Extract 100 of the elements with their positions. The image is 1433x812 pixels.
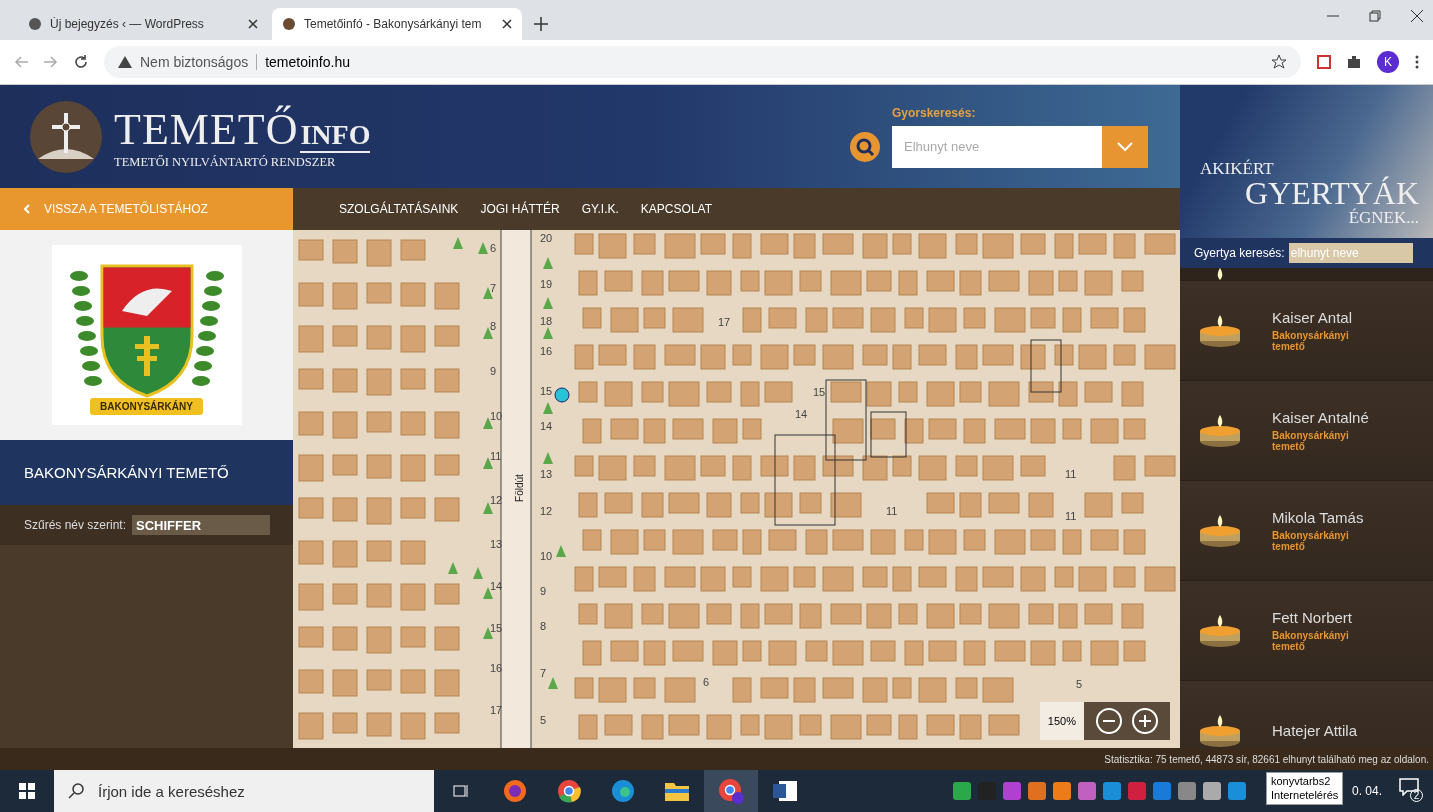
grave-plot[interactable] bbox=[434, 282, 460, 310]
close-icon[interactable] bbox=[502, 19, 512, 29]
edge-icon[interactable] bbox=[611, 779, 635, 803]
grave-plot[interactable] bbox=[641, 381, 664, 403]
candle-item[interactable]: Fett Norbert Bakonysárkányi temető bbox=[1180, 580, 1433, 680]
grave-plot[interactable] bbox=[434, 454, 460, 476]
grave-plot[interactable] bbox=[366, 626, 392, 654]
grave-plot[interactable] bbox=[830, 381, 862, 403]
grave-plot[interactable] bbox=[668, 492, 700, 514]
deceased-name-field[interactable]: Elhunyt neve bbox=[892, 125, 1102, 168]
grave-plot[interactable] bbox=[298, 368, 324, 390]
grave-plot[interactable] bbox=[598, 455, 627, 481]
grave-plot[interactable] bbox=[898, 603, 918, 625]
grave-plot[interactable] bbox=[610, 307, 639, 333]
grave-plot[interactable] bbox=[793, 677, 816, 703]
grave-plot[interactable] bbox=[904, 307, 924, 329]
grave-plot[interactable] bbox=[1078, 233, 1107, 255]
grave-plot[interactable] bbox=[332, 669, 358, 697]
browser-tab[interactable]: Temetőinfó - Bakonysárkányi tem bbox=[272, 8, 522, 40]
grave-plot[interactable] bbox=[1020, 344, 1046, 370]
grave-plot[interactable] bbox=[832, 640, 864, 666]
grave-plot[interactable] bbox=[898, 714, 918, 740]
grave-plot[interactable] bbox=[366, 325, 392, 350]
grave-plot[interactable] bbox=[926, 603, 955, 629]
grave-plot[interactable] bbox=[760, 344, 789, 370]
grave-plot[interactable] bbox=[298, 454, 324, 482]
grave-plot[interactable] bbox=[955, 566, 978, 592]
cemetery-map[interactable]: Földút 20 19 18 16 15 14 13 12 10 9 8 7 5 6 7 8 9 10 11 12 13 14 15 16 17 17 15 14 11 11 11 6 5 150% bbox=[293, 230, 1180, 748]
grave-plot[interactable] bbox=[904, 418, 924, 444]
grave-plot[interactable] bbox=[742, 418, 762, 440]
grave-plot[interactable] bbox=[578, 381, 598, 403]
grave-plot[interactable] bbox=[760, 677, 789, 699]
grave-plot[interactable] bbox=[904, 640, 924, 666]
firefox-icon[interactable] bbox=[503, 779, 527, 803]
nav-link[interactable]: JOGI HÁTTÉR bbox=[480, 202, 560, 216]
grave-plot[interactable] bbox=[366, 454, 392, 479]
grave-plot[interactable] bbox=[1028, 492, 1054, 518]
grave-plot[interactable] bbox=[332, 368, 358, 393]
grave-plot[interactable] bbox=[434, 626, 460, 651]
grave-plot[interactable] bbox=[664, 233, 696, 259]
grave-plot[interactable] bbox=[760, 455, 789, 477]
grave-plot[interactable] bbox=[366, 669, 392, 691]
grave-plot[interactable] bbox=[712, 529, 738, 551]
grave-plot[interactable] bbox=[982, 233, 1014, 259]
grave-plot[interactable] bbox=[434, 325, 460, 347]
grave-plot[interactable] bbox=[1084, 381, 1113, 403]
grave-plot[interactable] bbox=[332, 540, 358, 568]
grave-plot[interactable] bbox=[918, 233, 947, 259]
grave-plot[interactable] bbox=[768, 307, 797, 329]
grave-plot[interactable] bbox=[982, 677, 1014, 703]
grave-plot[interactable] bbox=[1123, 418, 1146, 440]
grave-plot[interactable] bbox=[870, 307, 896, 333]
grave-plot[interactable] bbox=[1030, 529, 1056, 551]
grave-plot[interactable] bbox=[633, 455, 656, 477]
grave-plot[interactable] bbox=[892, 566, 912, 592]
close-icon[interactable] bbox=[1411, 10, 1423, 22]
close-icon[interactable] bbox=[248, 19, 258, 29]
grave-plot[interactable] bbox=[866, 603, 892, 629]
grave-plot[interactable] bbox=[830, 714, 862, 740]
grave-plot[interactable] bbox=[799, 270, 822, 292]
grave-plot[interactable] bbox=[793, 455, 816, 481]
candle-item[interactable]: Kaiser Antalné Bakonysárkányi temető bbox=[1180, 380, 1433, 480]
grave-plot[interactable] bbox=[928, 640, 957, 662]
grave-plot[interactable] bbox=[982, 344, 1014, 366]
grave-plot[interactable] bbox=[400, 239, 426, 261]
grave-plot[interactable] bbox=[604, 270, 633, 292]
grave-plot[interactable] bbox=[1113, 566, 1136, 588]
grave-plot[interactable] bbox=[1084, 603, 1113, 625]
grave-plot[interactable] bbox=[1030, 307, 1056, 329]
grave-plot[interactable] bbox=[1113, 344, 1136, 366]
grave-plot[interactable] bbox=[400, 497, 426, 519]
grave-plot[interactable] bbox=[793, 566, 816, 588]
grave-plot[interactable] bbox=[366, 282, 392, 304]
grave-plot[interactable] bbox=[604, 492, 633, 514]
grave-plot[interactable] bbox=[664, 566, 696, 588]
grave-plot[interactable] bbox=[898, 381, 918, 403]
grave-plot[interactable] bbox=[332, 239, 358, 264]
back-arrow-icon[interactable] bbox=[14, 56, 28, 68]
grave-plot[interactable] bbox=[672, 529, 704, 555]
grave-plot[interactable] bbox=[1090, 640, 1119, 666]
grave-plot[interactable] bbox=[832, 307, 864, 329]
grave-plot[interactable] bbox=[928, 529, 957, 555]
grave-plot[interactable] bbox=[799, 492, 822, 514]
grave-plot[interactable] bbox=[1020, 455, 1046, 477]
nav-link[interactable]: SZOLGÁLTATÁSAINK bbox=[339, 202, 459, 216]
grave-plot[interactable] bbox=[742, 640, 762, 662]
chrome-icon[interactable] bbox=[557, 779, 581, 803]
grave-plot[interactable] bbox=[955, 233, 978, 255]
grave-plot[interactable] bbox=[434, 411, 460, 439]
grave-plot[interactable] bbox=[366, 497, 392, 525]
folder-icon[interactable] bbox=[665, 781, 689, 801]
dropdown-button[interactable] bbox=[1102, 125, 1148, 168]
grave-plot[interactable] bbox=[1121, 381, 1144, 407]
grave-plot[interactable] bbox=[668, 381, 700, 407]
grave-plot[interactable] bbox=[574, 566, 594, 592]
grave-plot[interactable] bbox=[578, 603, 598, 625]
grave-plot[interactable] bbox=[298, 282, 324, 307]
grave-plot[interactable] bbox=[805, 307, 828, 333]
grave-plot[interactable] bbox=[641, 492, 664, 518]
grave-plot[interactable] bbox=[582, 640, 602, 666]
